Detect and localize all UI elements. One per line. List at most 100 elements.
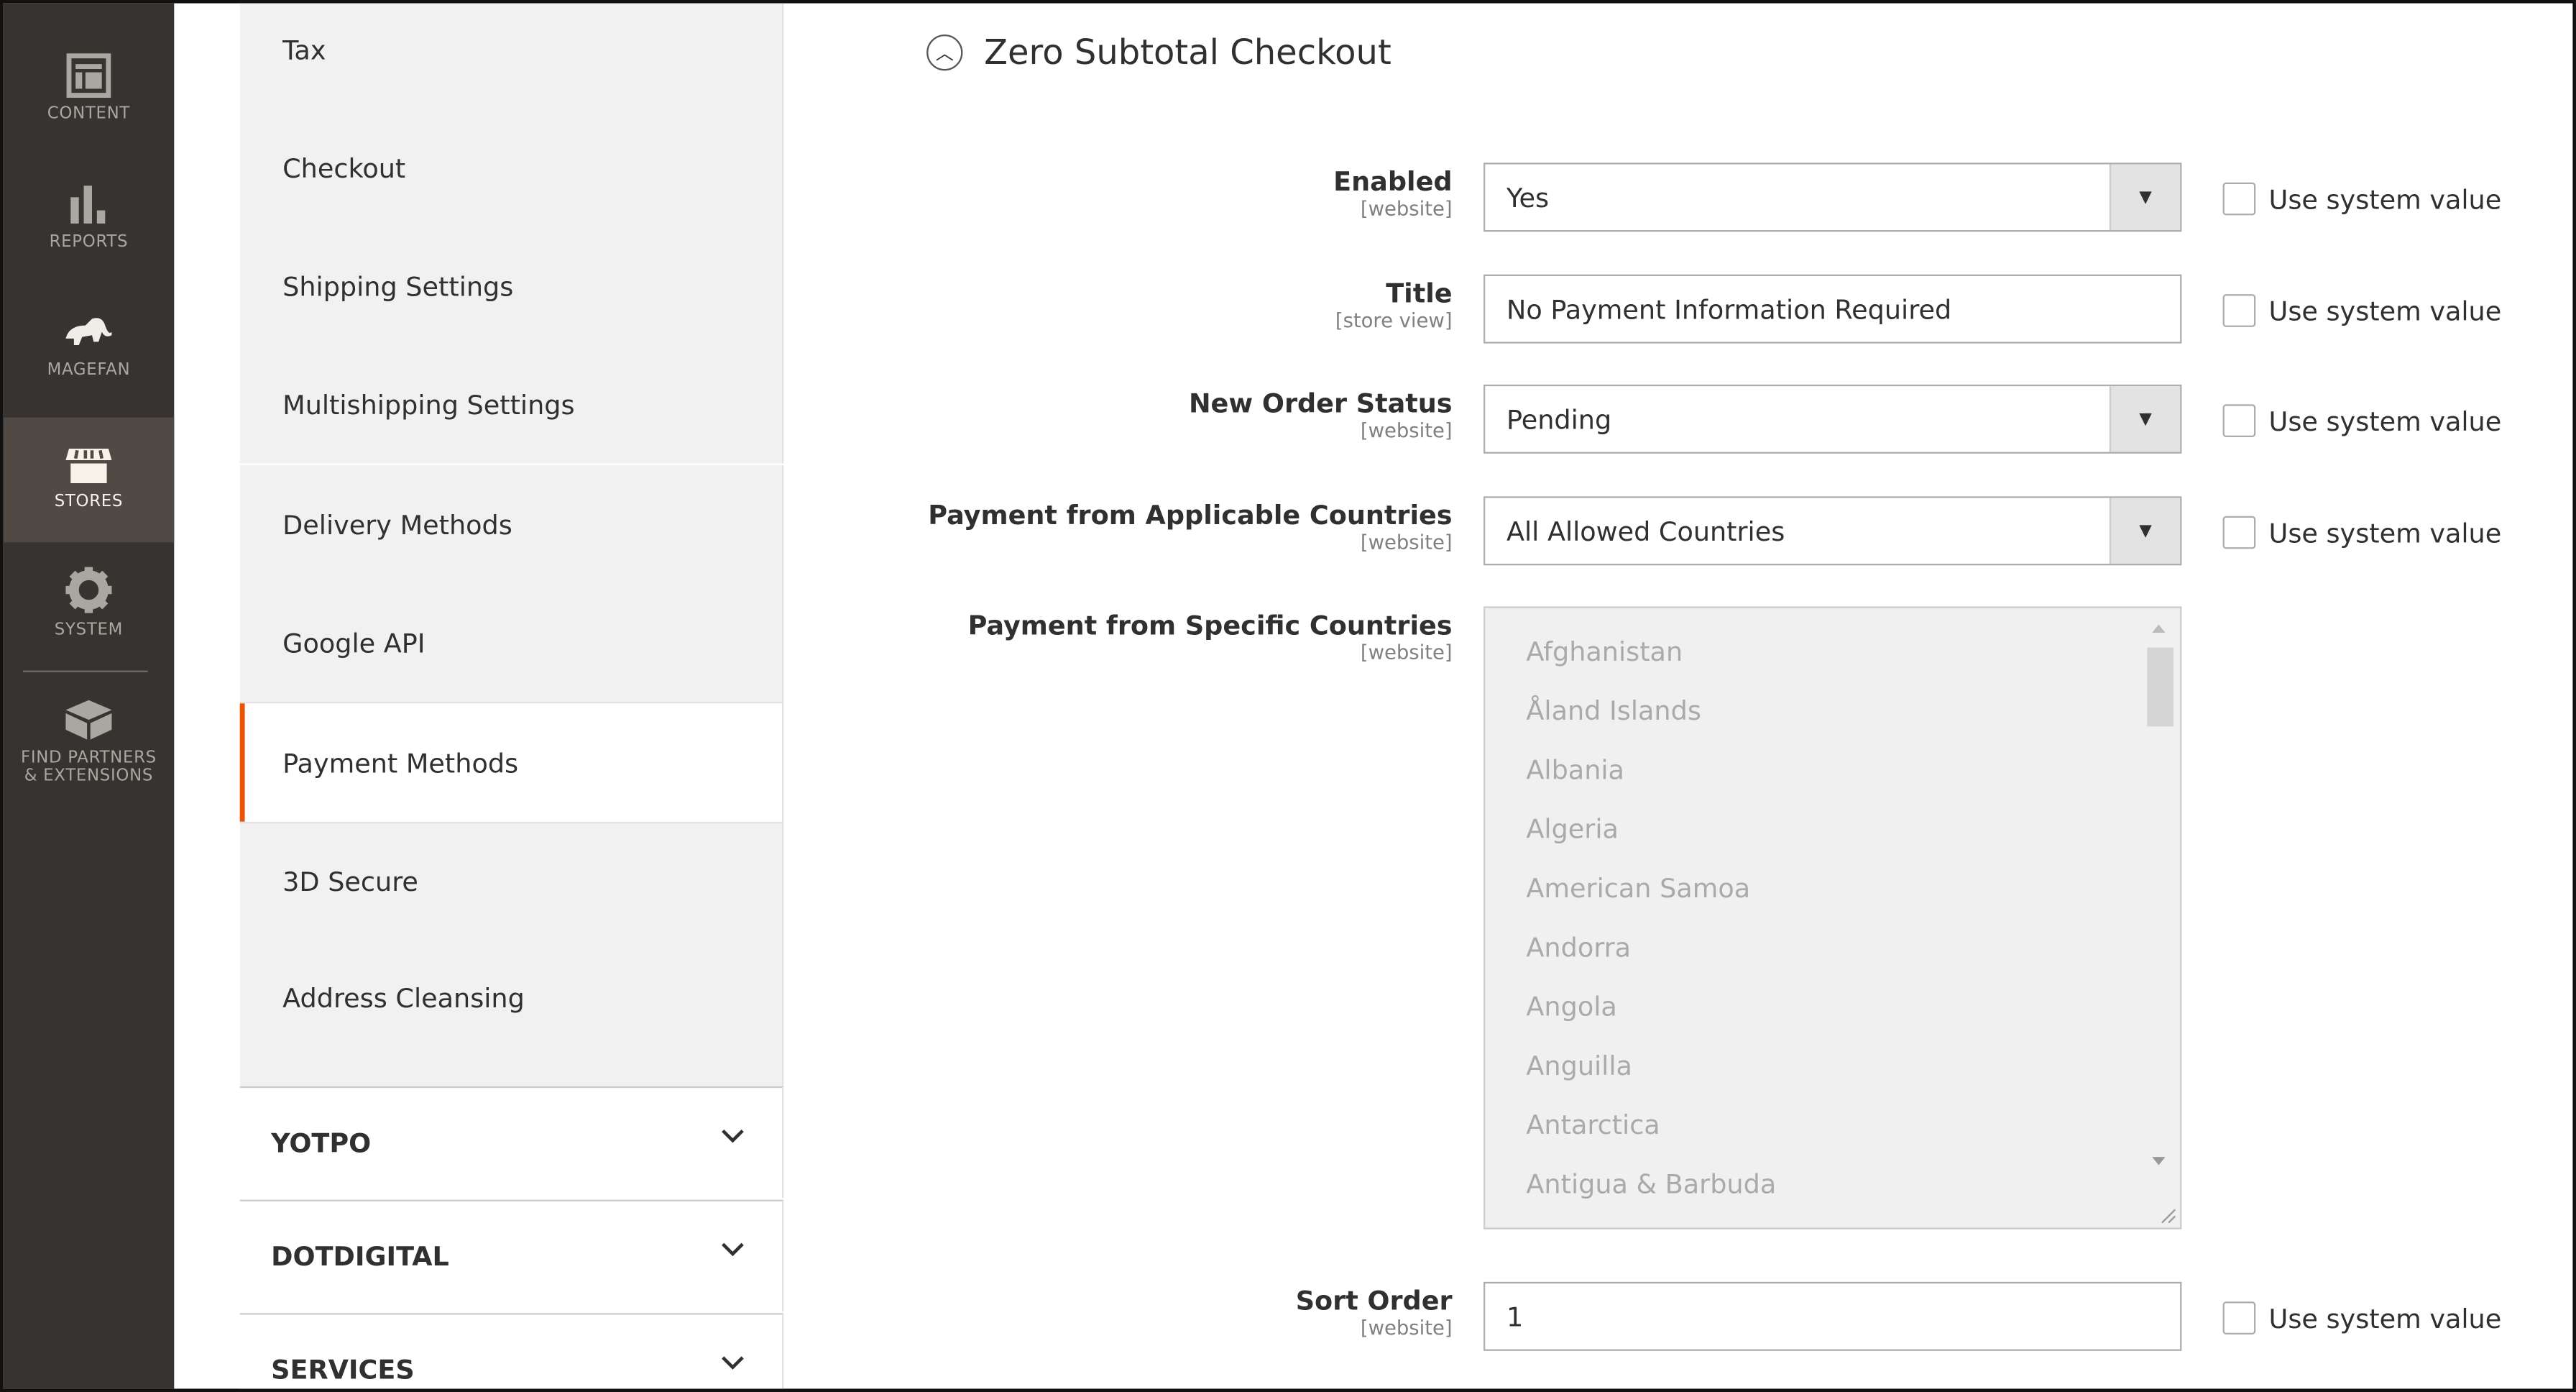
country-option[interactable]: American Samoa xyxy=(1485,859,2180,918)
field-label: Title xyxy=(1386,278,1453,309)
enabled-select[interactable]: Yes ▼ xyxy=(1483,162,2182,232)
new-order-status-select[interactable]: Pending ▼ xyxy=(1483,384,2182,454)
field-scope: [website] xyxy=(1360,641,1453,664)
country-option[interactable]: Antarctica xyxy=(1485,1096,2180,1155)
scrollbar-thumb[interactable] xyxy=(2147,647,2174,727)
nav-label: FIND PARTNERS xyxy=(20,749,157,768)
specific-countries-multiselect[interactable]: Afghanistan Åland Islands Albania Algeri… xyxy=(1483,606,2182,1230)
config-main: ︿ Zero Subtotal Checkout Enabled [website… xyxy=(786,4,2573,1389)
applicable-countries-select[interactable]: All Allowed Countries ▼ xyxy=(1483,496,2182,566)
sidebar-item-label: Shipping Settings xyxy=(282,270,514,302)
nav-find-partners[interactable]: FIND PARTNERS & EXTENSIONS xyxy=(4,694,175,819)
section-header[interactable]: ︿ Zero Subtotal Checkout xyxy=(926,33,1392,73)
nav-divider xyxy=(22,670,148,672)
sidebar-item-label: Checkout xyxy=(282,152,406,183)
country-option[interactable]: Afghanistan xyxy=(1485,623,2180,682)
field-scope: [website] xyxy=(1360,531,1453,554)
use-system-value-countries[interactable]: Use system value xyxy=(2222,516,2502,549)
chevron-down-icon xyxy=(722,1242,744,1257)
admin-nav: CONTENT REPORTS MAGEFAN STORES SYSTEM FI… xyxy=(3,3,175,1389)
title-input[interactable]: No Payment Information Required xyxy=(1483,274,2182,344)
stores-icon xyxy=(65,448,112,483)
sort-order-input[interactable]: 1 xyxy=(1483,1281,2182,1351)
use-system-value-title[interactable]: Use system value xyxy=(2222,294,2501,327)
nav-stores[interactable]: STORES xyxy=(3,417,175,543)
checkbox[interactable] xyxy=(2222,294,2256,327)
checkbox[interactable] xyxy=(2222,1301,2256,1334)
nav-label: REPORTS xyxy=(49,233,129,252)
field-label: New Order Status xyxy=(1188,388,1453,419)
caret-down-icon: ▼ xyxy=(2109,386,2181,452)
use-system-value-order-status[interactable]: Use system value xyxy=(2222,404,2502,437)
nav-label: & EXTENSIONS xyxy=(24,767,154,786)
resize-handle-icon[interactable] xyxy=(2161,1208,2177,1224)
checkbox-label: Use system value xyxy=(2268,405,2502,436)
field-label: Payment from Specific Countries xyxy=(967,609,1453,641)
country-option[interactable]: Angola xyxy=(1485,978,2180,1037)
group-services[interactable]: SERVICES xyxy=(239,1313,784,1389)
sidebar-item-shipping-settings[interactable]: Shipping Settings xyxy=(239,226,784,345)
sidebar-item-address-cleansing[interactable]: Address Cleansing xyxy=(239,940,784,1089)
input-value: No Payment Information Required xyxy=(1506,293,1952,325)
sidebar-item-tax[interactable]: Tax xyxy=(239,3,784,109)
select-value: Pending xyxy=(1506,403,1612,435)
sidebar-item-google-api[interactable]: Google API xyxy=(239,583,784,704)
sidebar-item-checkout[interactable]: Checkout xyxy=(239,108,784,227)
nav-magefan[interactable]: MAGEFAN xyxy=(4,309,175,434)
collapse-icon[interactable]: ︿ xyxy=(926,34,963,71)
reports-icon xyxy=(70,186,106,224)
use-system-value-enabled[interactable]: Use system value xyxy=(2222,182,2502,216)
group-label: YOTPO xyxy=(271,1127,372,1159)
group-dotdigital[interactable]: DOTDIGITAL xyxy=(239,1199,784,1311)
sidebar-item-label: Google API xyxy=(282,626,426,659)
field-scope: [store view] xyxy=(1335,308,1453,332)
country-option[interactable]: Albania xyxy=(1485,741,2180,800)
gear-icon xyxy=(65,567,112,613)
caret-down-icon: ▼ xyxy=(2109,164,2181,230)
nav-reports[interactable]: REPORTS xyxy=(4,180,175,306)
sidebar-item-label: Multishipping Settings xyxy=(282,388,575,420)
checkbox[interactable] xyxy=(2222,404,2256,437)
country-option[interactable]: Åland Islands xyxy=(1485,682,2180,741)
field-label: Sort Order xyxy=(1295,1285,1453,1317)
field-scope: [website] xyxy=(1360,1316,1453,1340)
chevron-down-icon xyxy=(722,1356,744,1370)
field-label: Payment from Applicable Countries xyxy=(928,499,1453,531)
sidebar-item-label: Address Cleansing xyxy=(282,982,525,1015)
sidebar-item-label: Delivery Methods xyxy=(282,508,512,540)
checkbox-label: Use system value xyxy=(2268,516,2502,549)
caret-down-icon: ▼ xyxy=(2109,498,2181,564)
sidebar-item-multishipping[interactable]: Multishipping Settings xyxy=(239,344,784,464)
group-yotpo[interactable]: YOTPO xyxy=(239,1086,784,1199)
checkbox-label: Use system value xyxy=(2268,183,2502,215)
country-option[interactable]: Andorra xyxy=(1485,919,2180,978)
group-label: SERVICES xyxy=(271,1354,415,1386)
config-sidebar: Tax Checkout Shipping Settings Multiship… xyxy=(239,3,786,1389)
content-icon xyxy=(66,53,111,98)
checkbox[interactable] xyxy=(2222,182,2256,216)
chevron-down-icon xyxy=(722,1129,744,1143)
scroll-down-icon[interactable] xyxy=(2150,1155,2167,1168)
sidebar-item-label: 3D Secure xyxy=(282,866,418,897)
select-value: Yes xyxy=(1506,181,1550,213)
nav-label: MAGEFAN xyxy=(47,361,131,380)
checkbox[interactable] xyxy=(2222,516,2256,549)
sidebar-item-3d-secure[interactable]: 3D Secure xyxy=(239,821,784,940)
extensions-box-icon xyxy=(65,700,112,740)
select-value: All Allowed Countries xyxy=(1506,515,1785,546)
sidebar-item-payment-methods[interactable]: Payment Methods xyxy=(239,703,784,822)
sidebar-item-label: Tax xyxy=(282,33,326,65)
field-scope: [website] xyxy=(1360,197,1453,221)
group-label: DOTDIGITAL xyxy=(271,1240,449,1273)
nav-label: SYSTEM xyxy=(54,621,124,640)
country-option[interactable]: Anguilla xyxy=(1485,1037,2180,1096)
country-option[interactable]: Antigua & Barbuda xyxy=(1485,1155,2180,1214)
sidebar-item-delivery-methods[interactable]: Delivery Methods xyxy=(239,464,784,584)
scroll-up-icon[interactable] xyxy=(2150,621,2167,634)
use-system-value-sort-order[interactable]: Use system value xyxy=(2222,1301,2501,1334)
nav-label: STORES xyxy=(54,493,124,511)
sidebar-item-label: Payment Methods xyxy=(282,746,519,779)
scrollbar[interactable] xyxy=(2144,618,2174,1168)
country-option[interactable]: Algeria xyxy=(1485,800,2180,859)
nav-content[interactable]: CONTENT xyxy=(4,52,175,178)
